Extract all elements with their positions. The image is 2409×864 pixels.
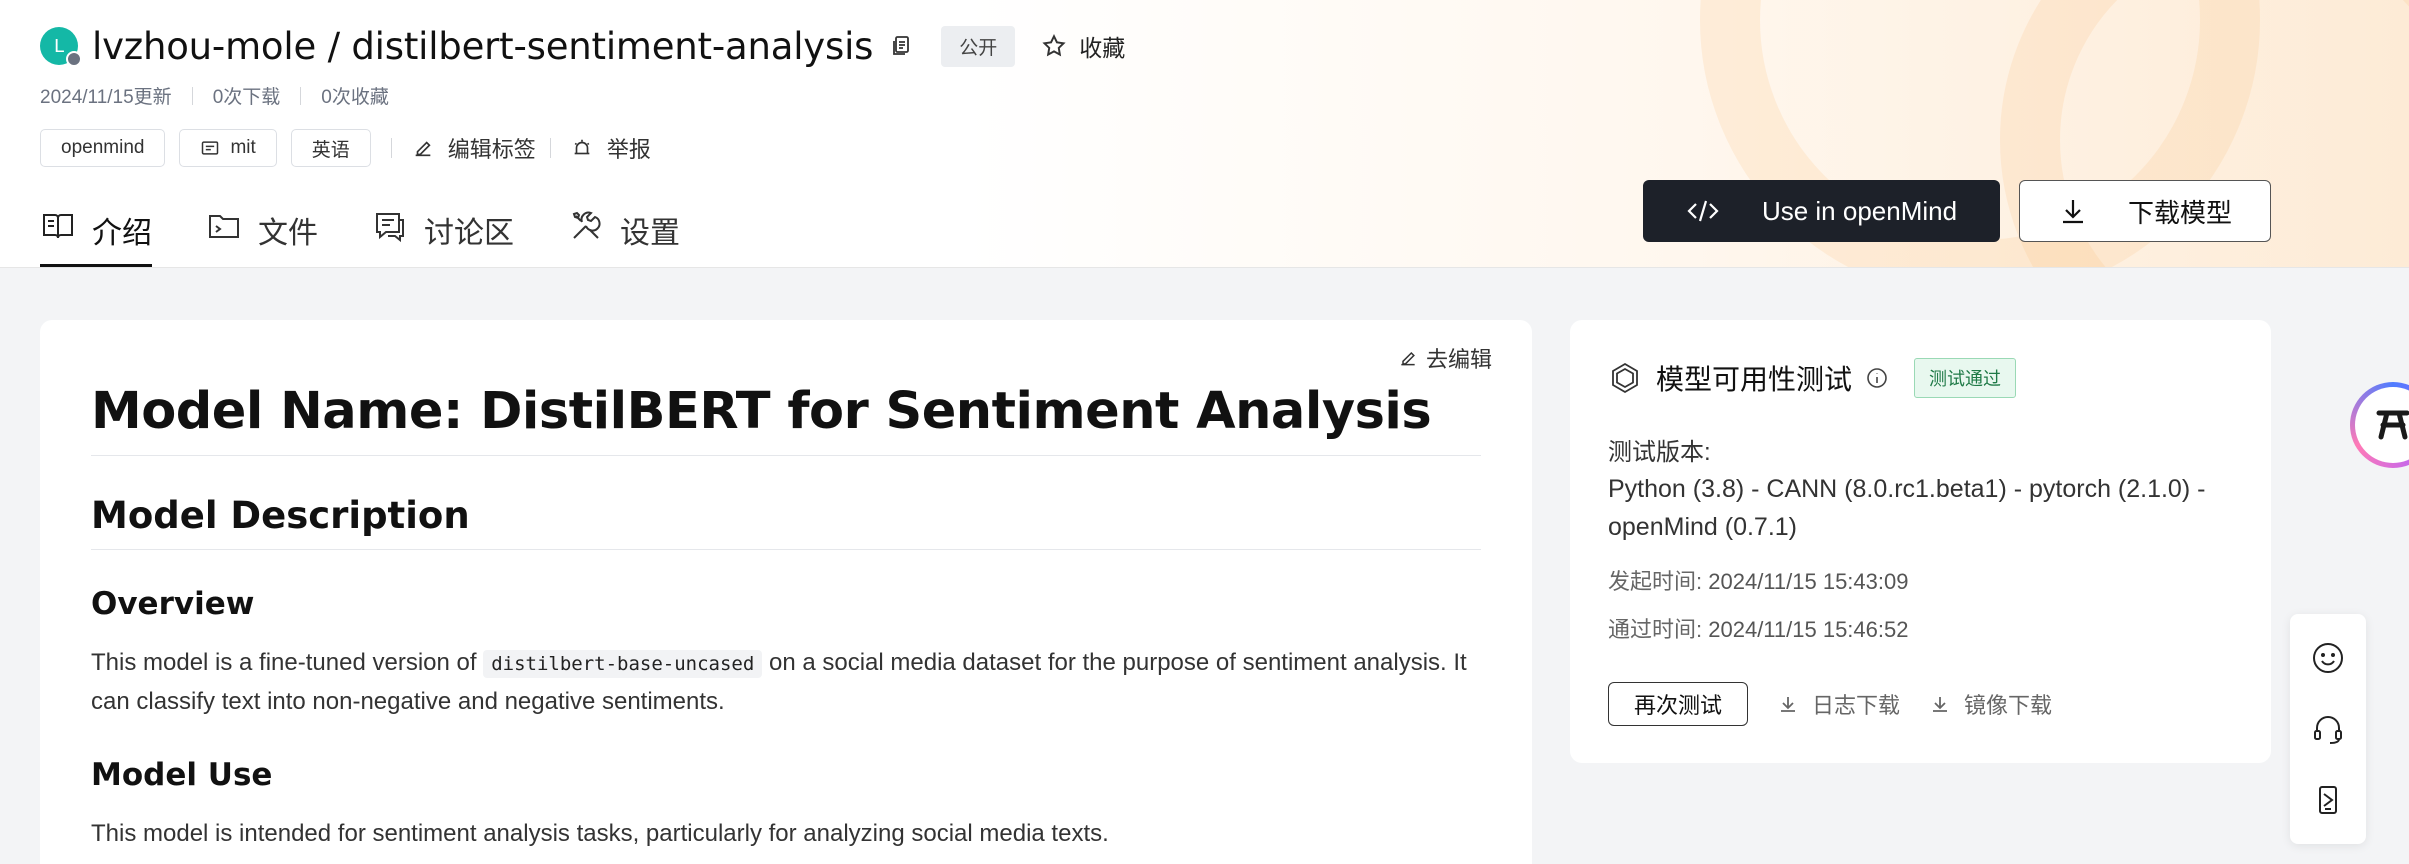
overview-paragraph: This model is a fine-tuned version of di… <box>91 644 1481 721</box>
divider <box>390 138 392 158</box>
favorite-label: 收藏 <box>1079 35 1126 61</box>
code-icon <box>1687 200 1719 222</box>
title-row: L lvzhou-mole / distilbert-sentiment-ana… <box>40 22 1125 70</box>
tab-settings[interactable]: 设置 <box>568 196 680 267</box>
model-use-paragraph: This model is intended for sentiment ana… <box>91 820 1109 847</box>
download-model-button[interactable]: 下载模型 <box>2019 180 2271 242</box>
download-count: 0次下载 <box>212 87 281 108</box>
assistant-avatar[interactable] <box>2350 382 2409 468</box>
user-badge-icon <box>66 51 82 67</box>
book-icon <box>43 214 73 239</box>
version-value: Python (3.8) - CANN (8.0.rc1.beta1) - py… <box>1608 475 2206 541</box>
go-edit-button[interactable]: 去编辑 <box>1398 342 1492 374</box>
tab-label: 介绍 <box>92 217 152 250</box>
folder-icon <box>209 215 239 238</box>
download-icon <box>2062 200 2083 224</box>
repo-title: lvzhou-mole / distilbert-sentiment-analy… <box>92 24 874 68</box>
section-heading-model-use: Model Use <box>91 757 273 793</box>
floating-toolbar <box>2290 614 2366 844</box>
updated-date: 2024/11/15更新 <box>40 87 172 108</box>
headset-icon[interactable] <box>2310 711 2346 747</box>
hexagon-icon <box>1612 362 1638 394</box>
avatar[interactable]: L <box>40 27 82 67</box>
download-icon <box>1781 697 1795 712</box>
report-label: 举报 <box>606 137 651 162</box>
start-time-row: 发起时间: 2024/11/15 15:43:09 <box>1608 564 1908 596</box>
pencil-icon <box>415 141 431 157</box>
favorite-button[interactable]: 收藏 <box>1041 29 1125 63</box>
tag-label: mit <box>230 137 256 158</box>
tab-bar: 介绍 文件 讨论区 设置 <box>40 196 734 267</box>
tag-license[interactable]: mit <box>179 129 277 167</box>
start-time-value: 2024/11/15 15:43:09 <box>1708 569 1909 594</box>
tab-discussion[interactable]: 讨论区 <box>372 196 514 267</box>
repo-header: L lvzhou-mole / distilbert-sentiment-ana… <box>0 0 2409 268</box>
tools-icon <box>572 211 601 239</box>
availability-card: 模型可用性测试 测试通过 测试版本: Python (3.8) - CANN (… <box>1570 320 2271 763</box>
smiley-icon[interactable] <box>2310 640 2346 676</box>
use-in-openmind-button[interactable]: Use in openMind <box>1643 180 2000 242</box>
tab-files[interactable]: 文件 <box>206 196 318 267</box>
divider <box>191 86 193 105</box>
mobile-icon[interactable] <box>2310 782 2346 818</box>
pass-time-label: 通过时间: <box>1608 617 1703 642</box>
report-button[interactable]: 举报 <box>571 132 651 164</box>
edit-tags-button[interactable]: 编辑标签 <box>412 132 536 164</box>
tag-language[interactable]: 英语 <box>290 129 371 167</box>
availability-title: 模型可用性测试 <box>1656 364 1853 395</box>
readme-content: Model Name: DistilBERT for Sentiment Ana… <box>91 382 1481 853</box>
copy-icon[interactable] <box>889 34 913 58</box>
repo-meta: 2024/11/15更新 0次下载 0次收藏 <box>40 82 389 109</box>
tab-label: 设置 <box>620 217 680 250</box>
start-time-label: 发起时间: <box>1608 569 1703 594</box>
divider <box>549 138 551 158</box>
inline-code: distilbert-base-uncased <box>483 650 763 678</box>
comment-icon <box>376 213 404 243</box>
pass-time-value: 2024/11/15 15:46:52 <box>1708 617 1909 642</box>
availability-actions: 再次测试 日志下载 镜像下载 <box>1608 682 2052 726</box>
tab-label: 讨论区 <box>424 217 514 250</box>
section-heading-description: Model Description <box>91 494 1481 550</box>
tab-intro[interactable]: 介绍 <box>40 196 152 267</box>
use-in-openmind-label: Use in openMind <box>1761 195 1958 226</box>
download-icon <box>1933 697 1948 712</box>
download-model-label: 下载模型 <box>2127 197 2232 228</box>
tab-label: 文件 <box>258 217 318 250</box>
edit-tags-label: 编辑标签 <box>447 137 536 162</box>
image-download-label: 镜像下载 <box>1964 693 2053 718</box>
info-icon[interactable] <box>1866 367 1888 389</box>
image-download-link[interactable]: 镜像下载 <box>1930 688 2052 720</box>
license-icon <box>202 141 219 155</box>
readme-card: 去编辑 Model Name: DistilBERT for Sentiment… <box>40 320 1532 864</box>
version-label: 测试版本: <box>1608 439 1711 466</box>
go-edit-label: 去编辑 <box>1425 347 1492 372</box>
favorite-count: 0次收藏 <box>321 87 389 108</box>
divider <box>300 86 302 105</box>
pass-time-row: 通过时间: 2024/11/15 15:46:52 <box>1608 612 1908 644</box>
alarm-icon <box>574 139 590 155</box>
star-icon <box>1042 34 1066 57</box>
tag-label: openmind <box>61 137 145 158</box>
log-download-link[interactable]: 日志下载 <box>1778 688 1900 720</box>
avatar-letter: L <box>53 35 65 57</box>
pencil-icon <box>1401 351 1415 366</box>
retest-button[interactable]: 再次测试 <box>1608 682 1748 726</box>
log-download-label: 日志下载 <box>1812 693 1901 718</box>
overview-text: This model is a fine-tuned version of <box>91 649 484 676</box>
tag-label: 英语 <box>311 139 350 161</box>
availability-header: 模型可用性测试 测试通过 <box>1608 358 2017 398</box>
section-heading-overview: Overview <box>91 586 255 622</box>
readme-title: Model Name: DistilBERT for Sentiment Ana… <box>91 382 1481 456</box>
assistant-logo-icon <box>2376 410 2409 440</box>
tag-openmind[interactable]: openmind <box>40 129 166 167</box>
visibility-badge: 公开 <box>941 25 1016 67</box>
tags-row: openmind mit 英语 编辑标签 举报 <box>40 128 673 168</box>
status-badge: 测试通过 <box>1914 358 2017 398</box>
